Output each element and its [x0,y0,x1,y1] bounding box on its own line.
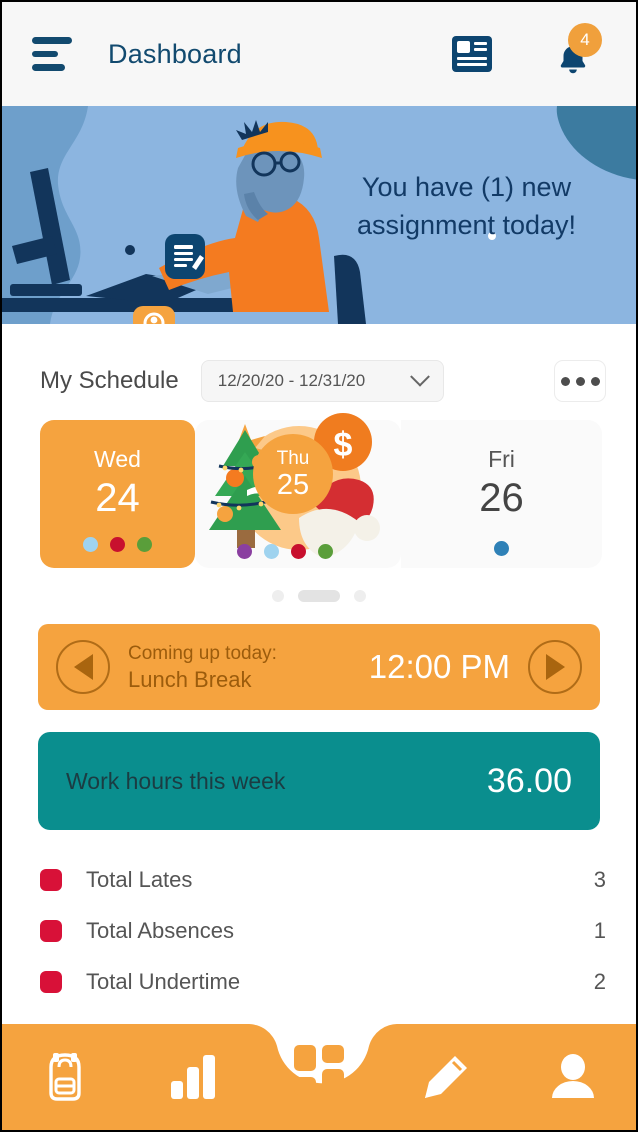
header-actions: 4 [452,23,606,77]
status-marker-icon [40,919,62,942]
work-hours-card[interactable]: Work hours this week 36.00 [38,732,600,830]
work-hours-value: 36.00 [486,761,572,800]
day-dot [264,544,279,559]
day-dot [318,544,333,559]
person-icon [551,1054,594,1098]
pagination-dot-active[interactable] [298,590,340,602]
schedule-title: My Schedule [40,367,179,394]
day-dot [494,541,509,556]
day-card-wed[interactable]: Wed 24 [40,420,195,568]
coming-up-label: Coming up today: [128,642,277,664]
coming-up-event: Lunch Break [128,666,252,692]
news-thumbnail [457,41,470,53]
coming-up-time: 12:00 PM [368,648,510,685]
day-dot [291,544,306,559]
date-range-value: 12/20/20 - 12/31/20 [217,371,366,390]
pagination-dot[interactable] [272,590,284,602]
profile-card-glyph [143,312,165,324]
document-edit-icon [165,234,205,279]
hamburger-bar [32,37,72,44]
more-options-icon [590,376,600,386]
banner-message: You have (1) new assignment today! [356,172,577,240]
next-arrow-button[interactable] [528,640,582,694]
assignment-banner[interactable]: You have (1) new assignment today! [2,106,636,324]
stat-label: Total Lates [86,866,193,892]
status-marker-icon [40,970,62,993]
day-number: 25 [276,468,310,501]
bottom-navigation-bar [2,1024,636,1130]
stat-row-absences[interactable]: Total Absences 1 [40,905,606,956]
stat-row-undertime[interactable]: Total Undertime 2 [40,956,606,1007]
nav-item-profile[interactable] [509,1024,636,1130]
nav-item-backpack[interactable] [2,1024,129,1130]
coming-up-card: Coming up today: Lunch Break 12:00 PM [38,624,600,710]
schedule-header: My Schedule 12/20/20 - 12/31/20 [2,324,636,402]
stat-value: 2 [593,968,606,994]
day-name: Fri [488,446,515,472]
previous-arrow-button[interactable] [56,640,110,694]
chevron-down-icon [409,366,430,387]
day-dot [137,537,152,552]
christmas-decoration: $ Thu 25 [195,406,401,572]
mobile-app-screen: Dashboard 4 You have (1) new assignment … [0,0,638,1132]
stat-label: Total Undertime [86,968,241,994]
day-dot [237,544,252,559]
stat-value: 3 [593,866,606,892]
bar-chart-icon [171,1055,216,1099]
status-marker-icon [40,868,62,891]
page-title: Dashboard [108,38,242,69]
stat-label: Total Absences [86,917,234,943]
backpack-icon [49,1053,82,1101]
profile-card-icon [133,306,175,324]
hamburger-bar [32,64,65,72]
stat-row-lates[interactable]: Total Lates 3 [40,854,606,905]
day-dot-row [237,544,333,559]
day-number: 26 [479,476,524,520]
day-name: Wed [94,446,141,472]
news-line [474,48,487,51]
day-dot-row [83,537,152,552]
more-options-icon [575,376,585,386]
nav-item-edit[interactable] [382,1024,509,1130]
notification-bell-button[interactable]: 4 [550,23,602,77]
day-dot-row [494,541,509,556]
app-header: Dashboard 4 [2,2,636,106]
day-card-carousel[interactable]: Wed 24 $ Thu 25 Fri 26 [40,413,602,568]
more-options-icon [560,376,570,386]
stats-list: Total Lates 3 Total Absences 1 Total Und… [40,854,606,1007]
svg-text:$: $ [334,426,353,464]
pencil-icon [424,1056,467,1098]
notification-badge: 4 [568,23,602,57]
bottom-nav-items [2,1024,636,1130]
work-hours-label: Work hours this week [66,767,286,794]
news-article-icon[interactable] [452,36,492,72]
hamburger-bar [32,50,58,58]
news-line [474,42,487,45]
document-edit-glyph [174,245,204,270]
nav-item-reports[interactable] [129,1024,256,1130]
coming-up-text: Coming up today: Lunch Break [128,641,277,694]
stat-value: 1 [593,917,606,943]
nav-item-dashboard[interactable] [256,1024,383,1130]
news-line [457,63,487,66]
date-range-dropdown[interactable]: 12/20/20 - 12/31/20 [200,360,444,402]
news-line [457,57,487,60]
dashboard-grid-icon [293,1045,344,1095]
day-name: Thu [276,447,310,469]
day-card-thu[interactable]: $ Thu 25 [195,413,401,568]
day-badge-thu: Thu 25 [253,434,333,514]
more-options-button[interactable] [554,360,606,402]
day-dot [83,537,98,552]
pagination-dot[interactable] [354,590,366,602]
day-number: 24 [95,476,140,520]
hamburger-menu-icon[interactable] [32,37,72,72]
previous-arrow-icon [73,654,93,680]
next-arrow-icon [545,654,565,680]
carousel-pagination[interactable] [2,590,636,602]
day-dot [110,537,125,552]
day-card-fri[interactable]: Fri 26 [401,420,602,568]
